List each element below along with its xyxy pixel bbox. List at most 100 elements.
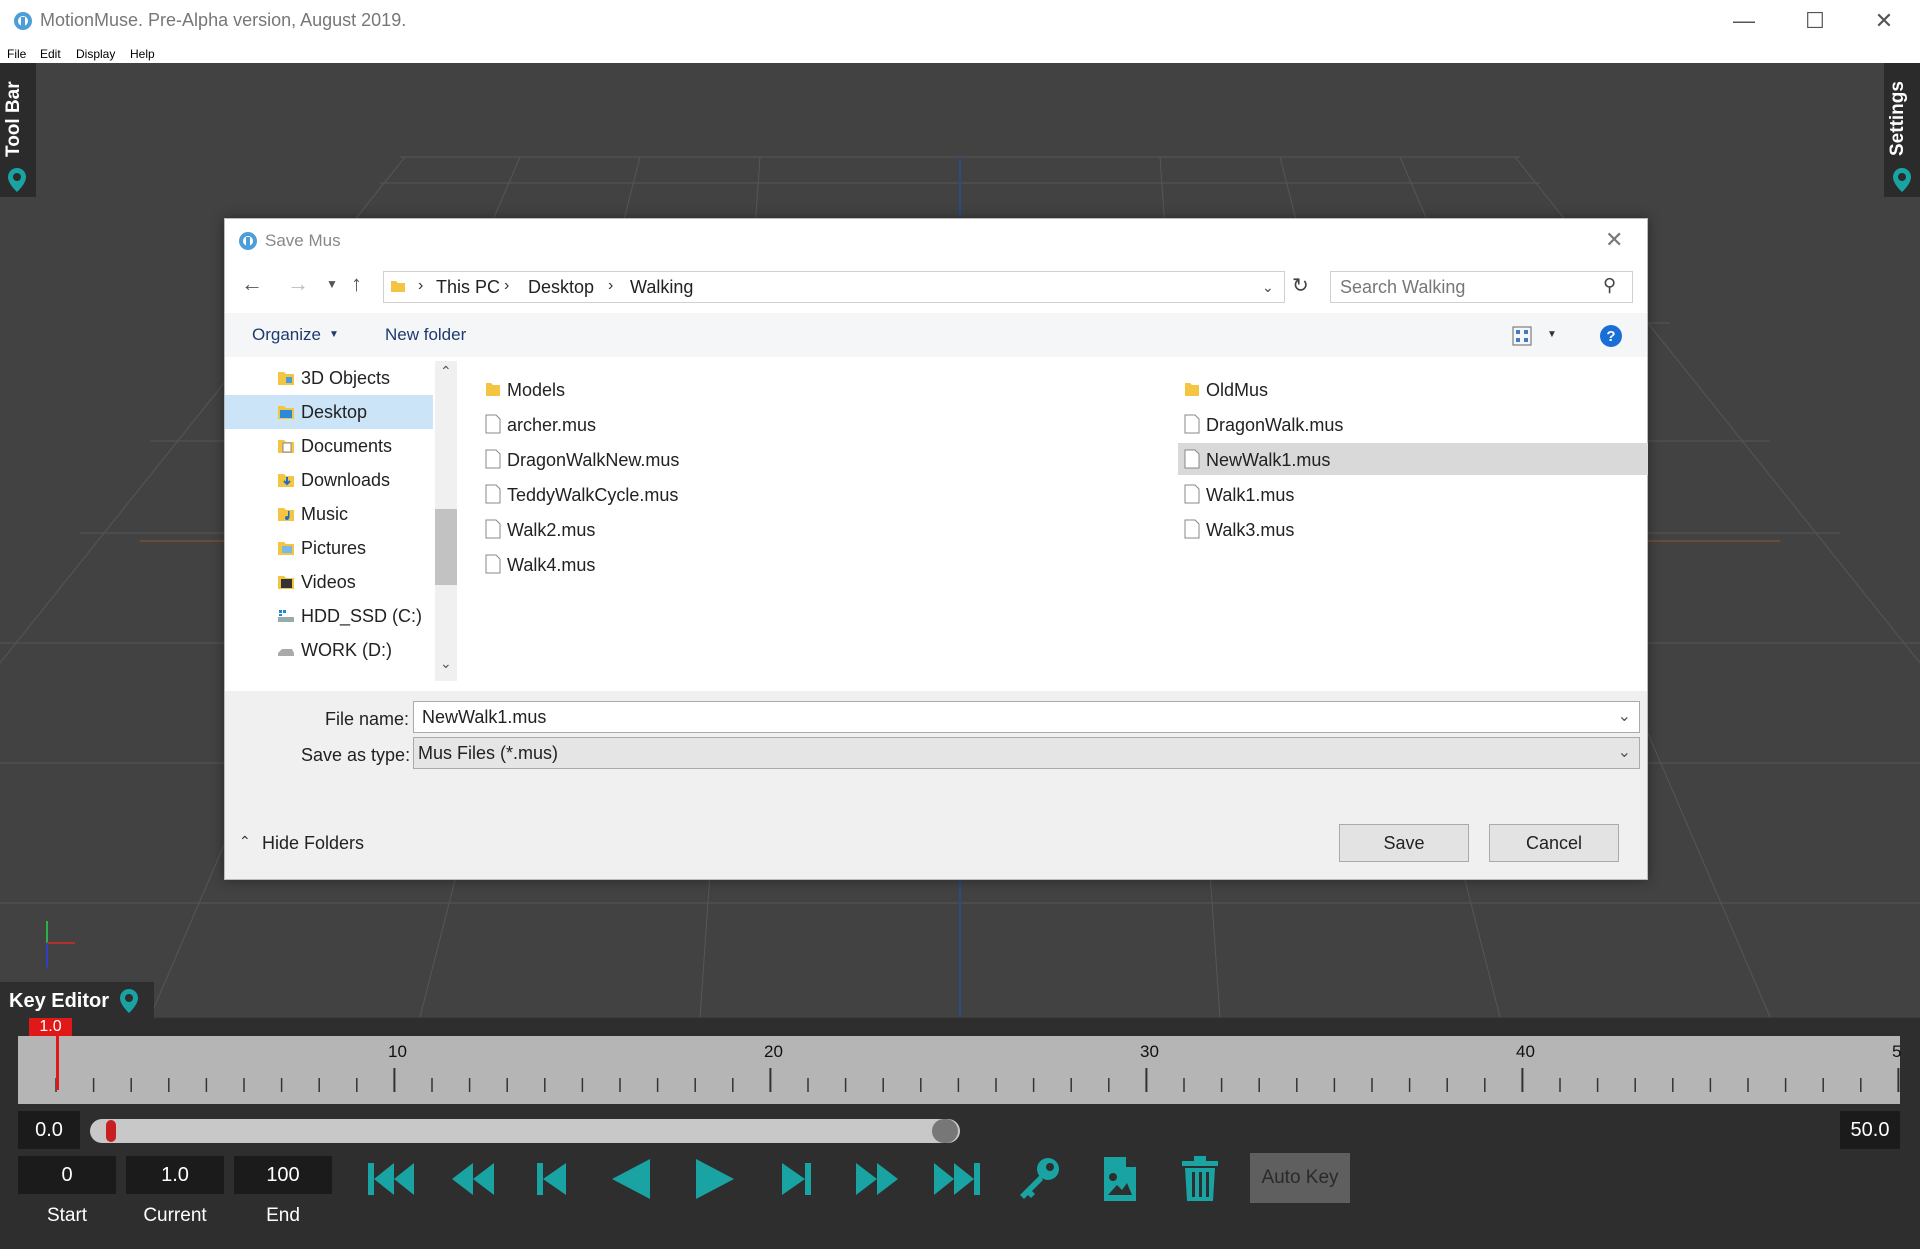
file-item[interactable]: DragonWalkNew.mus: [479, 443, 949, 475]
start-field[interactable]: 0: [18, 1156, 116, 1194]
cancel-button[interactable]: Cancel: [1489, 824, 1619, 862]
file-item[interactable]: NewWalk1.mus: [1178, 443, 1648, 475]
refresh-icon[interactable]: ↻: [1292, 273, 1309, 298]
export-image-icon[interactable]: [1098, 1153, 1142, 1205]
go-to-end-icon[interactable]: [932, 1153, 982, 1205]
end-field[interactable]: 100: [234, 1156, 332, 1194]
menu-display[interactable]: Display: [76, 45, 115, 63]
music-icon: [278, 508, 294, 521]
range-start-field[interactable]: 0.0: [18, 1111, 80, 1149]
fast-forward-icon[interactable]: [852, 1153, 902, 1205]
file-icon: [1184, 449, 1200, 469]
address-dropdown-icon[interactable]: ⌄: [1262, 279, 1274, 296]
file-name-field[interactable]: NewWalk1.mus ⌄: [413, 701, 1640, 733]
file-name-label: Walk3.mus: [1206, 520, 1295, 540]
save-type-select[interactable]: Mus Files (*.mus) ⌄: [413, 737, 1640, 769]
nav-scrollbar[interactable]: ⌃ ⌄: [435, 361, 457, 681]
play-icon[interactable]: [692, 1153, 738, 1205]
file-item[interactable]: TeddyWalkCycle.mus: [479, 478, 949, 510]
breadcrumb-this-pc[interactable]: This PC: [436, 277, 500, 298]
nav-item-hdd-ssd[interactable]: HDD_SSD (C:): [225, 599, 433, 633]
nav-item-music[interactable]: Music: [225, 497, 433, 531]
menu-edit[interactable]: Edit: [40, 45, 61, 63]
up-arrow-icon[interactable]: ↑: [351, 271, 362, 297]
nav-item-videos[interactable]: Videos: [225, 565, 433, 599]
chevron-down-icon[interactable]: ⌄: [1618, 706, 1631, 726]
ruler-label-10: 10: [388, 1042, 407, 1061]
minimize-button[interactable]: —: [1724, 6, 1764, 36]
back-arrow-icon[interactable]: ←: [241, 271, 263, 297]
chevron-up-icon: ⌃: [239, 833, 251, 849]
recent-locations-icon[interactable]: ▼: [326, 277, 338, 291]
save-type-label: Save as type:: [301, 745, 411, 765]
nav-item-desktop[interactable]: Desktop: [225, 395, 433, 429]
range-end-field[interactable]: 50.0: [1840, 1111, 1900, 1149]
nav-item-pictures[interactable]: Pictures: [225, 531, 433, 565]
hide-folders-button[interactable]: Hide Folders: [262, 833, 364, 854]
fast-rewind-icon[interactable]: [448, 1153, 498, 1205]
file-item[interactable]: Walk3.mus: [1178, 513, 1648, 545]
timeline-ruler[interactable]: 10 20 30 40 5: [18, 1036, 1901, 1104]
playhead-line[interactable]: [56, 1036, 59, 1090]
documents-icon: [278, 440, 294, 453]
menu-file[interactable]: File: [7, 45, 26, 63]
close-window-button[interactable]: ✕: [1864, 6, 1904, 36]
chevron-down-icon[interactable]: ⌄: [1618, 742, 1631, 762]
key-editor-tab[interactable]: Key Editor: [0, 982, 154, 1018]
drive-d-icon: [278, 649, 294, 656]
file-icon: [485, 554, 501, 574]
breadcrumb-desktop[interactable]: Desktop: [528, 277, 594, 298]
3d-objects-icon: [278, 372, 294, 385]
tool-bar-tab[interactable]: Tool Bar: [0, 63, 36, 197]
file-item[interactable]: Walk2.mus: [479, 513, 949, 545]
nav-item-3d-objects[interactable]: 3D Objects: [225, 361, 433, 395]
folder-item[interactable]: OldMus: [1178, 373, 1648, 405]
nav-item-documents[interactable]: Documents: [225, 429, 433, 463]
trash-icon[interactable]: [1178, 1153, 1222, 1205]
file-item[interactable]: Walk4.mus: [479, 548, 949, 580]
nav-item-downloads[interactable]: Downloads: [225, 463, 433, 497]
search-input[interactable]: Search Walking: [1340, 277, 1465, 298]
dialog-close-icon[interactable]: ✕: [1605, 227, 1623, 253]
folder-item[interactable]: Models: [479, 373, 949, 405]
folder-icon: [1185, 383, 1199, 396]
current-field[interactable]: 1.0: [126, 1156, 224, 1194]
menu-help[interactable]: Help: [130, 45, 155, 63]
file-item[interactable]: Walk1.mus: [1178, 478, 1648, 510]
maximize-button[interactable]: ☐: [1795, 6, 1835, 36]
help-icon[interactable]: ?: [1599, 324, 1623, 348]
address-bar[interactable]: › This PC › Desktop › Walking ⌄: [383, 271, 1285, 303]
play-reverse-icon[interactable]: [608, 1153, 654, 1205]
key-editor-title: Key Editor: [9, 990, 110, 1012]
file-icon: [1184, 519, 1200, 539]
breadcrumb-walking[interactable]: Walking: [630, 277, 693, 298]
previous-key-icon[interactable]: [534, 1153, 570, 1205]
view-options-icon[interactable]: [1512, 326, 1532, 346]
save-button[interactable]: Save: [1339, 824, 1469, 862]
auto-key-button[interactable]: Auto Key: [1250, 1153, 1350, 1203]
drive-c-icon: [278, 610, 294, 622]
view-dropdown-icon[interactable]: ▼: [1547, 329, 1557, 340]
scroll-down-icon[interactable]: ⌄: [440, 655, 452, 672]
app-logo-icon: [14, 12, 32, 30]
new-folder-button[interactable]: New folder: [385, 325, 466, 345]
slider-start-handle[interactable]: [106, 1120, 116, 1142]
nav-item-work-d[interactable]: WORK (D:): [225, 633, 433, 667]
settings-tab[interactable]: Settings: [1884, 63, 1920, 197]
go-to-start-icon[interactable]: [366, 1153, 416, 1205]
scroll-up-icon[interactable]: ⌃: [440, 363, 452, 380]
scroll-thumb[interactable]: [435, 509, 457, 585]
pictures-icon: [278, 542, 294, 555]
playhead-label[interactable]: 1.0: [29, 1018, 72, 1036]
forward-arrow-icon[interactable]: →: [287, 271, 309, 297]
next-key-icon[interactable]: [778, 1153, 814, 1205]
slider-end-handle[interactable]: [932, 1119, 958, 1143]
pin-icon: [1893, 168, 1911, 192]
search-box[interactable]: Search Walking ⚲: [1330, 271, 1633, 303]
key-icon[interactable]: [1014, 1153, 1064, 1205]
organize-button[interactable]: Organize: [252, 325, 321, 345]
nav-label: Downloads: [301, 470, 391, 490]
file-item[interactable]: archer.mus: [479, 408, 949, 440]
file-item[interactable]: DragonWalk.mus: [1178, 408, 1648, 440]
range-slider[interactable]: [90, 1119, 960, 1143]
